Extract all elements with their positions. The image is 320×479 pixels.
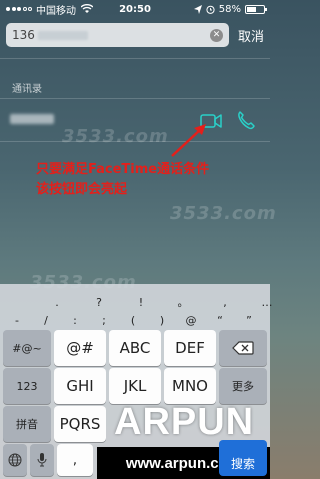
search-key[interactable]: 搜索 [219,440,267,476]
divider [0,58,270,59]
more-key[interactable]: 更多 [219,368,267,404]
annotation-line-2: 该按钮即会亮起 [36,182,128,197]
microphone-icon [37,453,47,467]
symbol-key-6[interactable]: @ [178,310,204,330]
key-ghi[interactable]: GHI [54,368,106,404]
carrier-name: 中国移动 [36,5,76,17]
clear-icon[interactable]: ✕ [209,29,223,42]
signal-strength-icon [6,7,32,11]
status-bar: 中国移动 20:50 58% [0,0,270,18]
punctuation-key-0[interactable]: . [40,292,74,312]
punctuation-key-2[interactable]: ! [124,292,158,312]
wifi-icon [81,4,93,13]
punctuation-key-5[interactable]: … [250,292,284,312]
delete-key[interactable] [219,330,267,366]
symbol-key-3[interactable]: ; [91,310,117,330]
annotation-line-1: 只要满足FaceTime通话条件 [36,162,210,177]
arpun-logo: ARPUN [114,401,255,443]
pinyin-key[interactable]: 拼音 [3,406,51,442]
key-comma[interactable]: , [57,444,93,476]
key-at[interactable]: @# [54,330,106,366]
watermark: 3533.com [62,126,169,147]
annotation-text: 只要满足FaceTime通话条件 该按钮即会亮起 [36,160,209,200]
key-abc[interactable]: ABC [109,330,161,366]
search-row: 136 ✕ 取消 [6,22,264,48]
search-input[interactable]: 136 ✕ [6,23,229,47]
microphone-key[interactable] [30,444,54,476]
globe-key[interactable] [3,444,27,476]
watermark: 3533.com [170,203,277,224]
numbers-key[interactable]: 123 [3,368,51,404]
cancel-button[interactable]: 取消 [238,26,264,45]
key-mno[interactable]: MNO [164,368,216,404]
symbol-key-2[interactable]: : [62,310,88,330]
phone-call-icon[interactable] [236,110,256,130]
key-def[interactable]: DEF [164,330,216,366]
symbol-key-7[interactable]: “ [207,310,233,330]
alarm-icon [206,5,215,14]
key-jkl[interactable]: JKL [109,368,161,404]
redacted-contact-name [10,114,54,124]
globe-icon [8,453,22,467]
symbol-key-5[interactable]: ) [149,310,175,330]
punctuation-key-1[interactable]: ? [82,292,116,312]
symbol-key-8[interactable]: ” [236,310,262,330]
punctuation-key-4[interactable]: , [208,292,242,312]
punctuation-key-3[interactable]: 。 [166,292,200,312]
search-input-value: 136 [12,28,35,42]
status-right: 58% [193,3,267,15]
divider [0,98,270,99]
backspace-icon [232,341,254,355]
key-pqrs[interactable]: PQRS [54,406,106,442]
symbols-key[interactable]: #@~ [3,330,51,366]
contacts-section-header: 通讯录 [12,84,42,95]
redacted-number [37,30,88,40]
clock: 20:50 [119,3,151,15]
symbol-key-4[interactable]: ( [120,310,146,330]
location-arrow-icon [193,4,202,14]
annotation-arrow-icon [171,124,206,157]
battery-icon [245,4,267,14]
battery-percent: 58% [218,3,241,15]
battery-fill [247,6,257,12]
symbol-key-0[interactable]: - [4,310,30,330]
symbol-key-1[interactable]: / [33,310,59,330]
